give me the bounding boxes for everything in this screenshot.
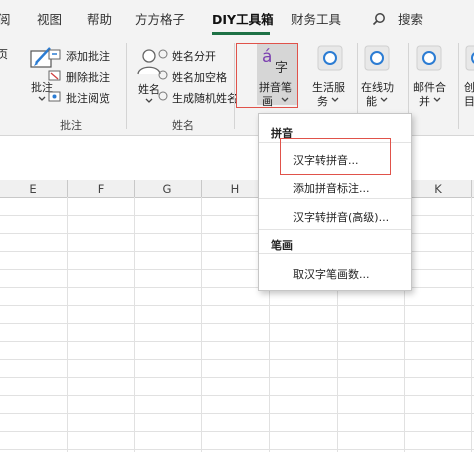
online-function-icon[interactable]	[364, 45, 390, 71]
tab-help[interactable]: 帮助	[87, 9, 112, 28]
chevron-down-icon[interactable]	[38, 96, 46, 102]
tab-review[interactable]: 阅	[0, 9, 11, 28]
column-header-g[interactable]: G	[134, 182, 200, 196]
menu-section-stroke: 笔画	[271, 239, 293, 252]
menu-separator	[259, 253, 411, 254]
highlight-box-pinyin-button	[236, 43, 298, 108]
chevron-down-icon[interactable]	[331, 97, 339, 103]
column-header-e[interactable]: E	[0, 182, 66, 196]
menu-separator	[259, 229, 411, 230]
split-name-button[interactable]: 姓名分开	[172, 48, 216, 64]
group-label-annotate: 批注	[60, 119, 82, 132]
tab-fangfang-gezi[interactable]: 方方格子	[135, 9, 185, 28]
ribbon-separator	[458, 43, 459, 129]
online-function-button-line2[interactable]: 能	[366, 93, 377, 109]
delete-comment-button[interactable]: 删除批注	[66, 69, 110, 85]
random-name-button[interactable]: 生成随机姓名	[172, 90, 238, 106]
tab-diy-toolbox[interactable]: DIY工具箱	[212, 9, 274, 28]
mail-merge-button-line2[interactable]: 并	[419, 93, 430, 109]
ribbon-separator	[234, 43, 235, 129]
add-comment-icon	[48, 49, 61, 60]
menu-item-stroke-count[interactable]: 取汉字笔画数...	[293, 266, 370, 282]
chevron-down-icon[interactable]	[145, 98, 153, 104]
chevron-down-icon[interactable]	[380, 97, 388, 103]
split-name-icon	[158, 49, 168, 59]
column-header-f[interactable]: F	[68, 182, 134, 196]
search-icon[interactable]	[372, 12, 386, 26]
name-space-icon	[158, 70, 168, 80]
mail-merge-icon[interactable]	[416, 45, 442, 71]
life-service-button-line2[interactable]: 务	[317, 93, 328, 109]
column-header-k[interactable]: K	[405, 182, 471, 196]
ribbon-partial-left: 页	[0, 48, 8, 61]
tab-search[interactable]: 搜索	[398, 9, 423, 28]
ribbon-tab-bar: 阅 视图 帮助 方方格子 DIY工具箱 财务工具 搜索	[0, 0, 474, 35]
name-add-space-button[interactable]: 姓名加空格	[172, 69, 227, 85]
menu-item-hanzi-to-pinyin-advanced[interactable]: 汉字转拼音(高级)...	[293, 209, 389, 225]
view-comment-icon	[48, 91, 61, 102]
tab-finance-tools[interactable]: 财务工具	[291, 9, 341, 28]
menu-separator	[259, 198, 411, 199]
tab-view[interactable]: 视图	[37, 9, 62, 28]
create-directory-button-line2[interactable]: 目	[464, 93, 474, 109]
life-service-icon[interactable]	[317, 45, 343, 71]
random-name-icon	[158, 91, 168, 101]
menu-item-add-pinyin-annotation[interactable]: 添加拼音标注...	[293, 180, 370, 196]
create-directory-icon[interactable]	[465, 45, 474, 71]
highlight-box-hanzi-to-pinyin	[280, 138, 391, 175]
group-label-name: 姓名	[172, 119, 194, 132]
chevron-down-icon[interactable]	[433, 97, 441, 103]
add-comment-button[interactable]: 添加批注	[66, 48, 110, 64]
view-comments-button[interactable]: 批注阅览	[66, 90, 110, 106]
delete-comment-icon	[48, 70, 61, 81]
ribbon-separator	[126, 43, 127, 129]
